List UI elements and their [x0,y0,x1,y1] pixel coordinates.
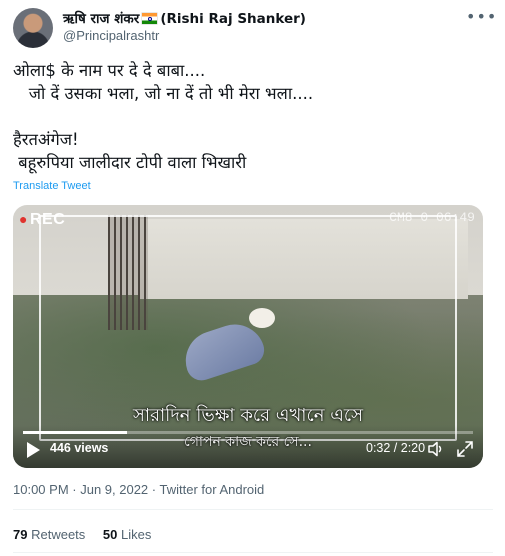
camera-label: CM8 0 06:49 [389,210,475,225]
volume-icon[interactable] [427,441,445,457]
tweet-line: बहूरुपिया जालीदार टोपी वाला भिखारी [13,153,247,172]
video-player[interactable]: ● REC CM8 0 06:49 সারাদিন ভিক্ষা করে এখান… [13,205,483,468]
video-progress-fill [23,431,127,434]
tweet-text: ओला$ के नाम पर दे दे बाबा.... जो दें उसक… [13,59,493,174]
rec-indicator: ● REC [19,211,66,228]
tweet-line: ओला$ के नाम पर दे दे बाबा.... [13,61,206,80]
author-name-english: (Rishi Raj Shanker) [160,11,306,27]
tweet-stats: 79 Retweets 50 Likes [13,527,165,542]
likes-stat[interactable]: 50 Likes [103,527,151,542]
retweets-stat[interactable]: 79 Retweets [13,527,85,542]
retweets-count: 79 [13,527,28,542]
divider [13,552,493,553]
view-count: 446 views [50,441,109,455]
author-name-hindi: ऋषि राज शंकर [63,11,140,27]
author-avatar[interactable] [13,8,53,48]
retweets-label: Retweets [31,527,86,542]
time-readout: 0:32 / 2:20 [366,441,426,455]
divider [13,509,493,510]
rec-dot-icon: ● [19,211,28,227]
video-subtitle-line1: সারাদিন ভিক্ষা করে এখানে এসে [132,405,364,426]
tweet-meta: 10:00 PM · Jun 9, 2022 · Twitter for And… [13,482,264,497]
author-name[interactable]: ऋषि राज शंकर (Rishi Raj Shanker) [63,9,306,27]
likes-label: Likes [121,527,152,542]
tweet-time[interactable]: 10:00 PM [13,482,69,497]
tweet-source[interactable]: Twitter for Android [160,482,265,497]
likes-count: 50 [102,527,118,542]
tweet-line: जो दें उसका भला, जो ना दें तो भी मेरा भल… [13,84,314,103]
meta-separator: · [68,482,81,497]
author-handle[interactable]: @Principalrashtr [63,28,159,43]
play-icon[interactable] [27,442,40,458]
video-progress-bar[interactable] [23,431,473,434]
meta-separator: · [148,482,160,497]
tweet-line [13,105,493,128]
tweet-line: हैरतअंगेज! [13,130,79,149]
translate-tweet-link[interactable]: Translate Tweet [13,180,91,192]
tweet-date[interactable]: Jun 9, 2022 [80,482,148,497]
india-flag-icon [142,13,158,24]
fullscreen-icon[interactable] [456,440,474,458]
more-horizontal-icon[interactable]: ••• [466,8,496,28]
